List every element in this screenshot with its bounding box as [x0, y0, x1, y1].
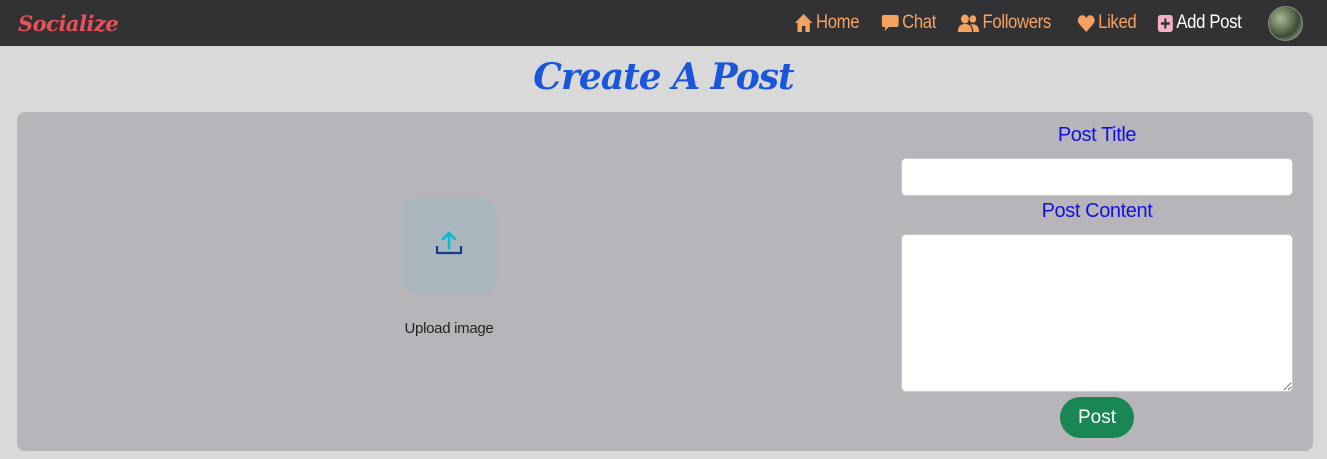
chat-icon [881, 13, 900, 33]
nav-chat-label: Chat [902, 12, 937, 33]
post-content-input[interactable] [901, 234, 1293, 392]
nav-liked[interactable]: Liked [1077, 12, 1136, 34]
plus-square-icon [1157, 14, 1174, 33]
page-title: Create A Post [533, 56, 794, 98]
users-icon [957, 13, 980, 33]
nav-liked-label: Liked [1097, 12, 1137, 33]
upload-image-label: Upload image [404, 320, 494, 337]
create-post-panel: Upload image Post Title Post Content Pos… [17, 112, 1313, 451]
brand-logo[interactable]: Socialize [18, 11, 119, 36]
home-icon [794, 13, 813, 33]
post-title-label: Post Title [1057, 124, 1137, 146]
nav-add-post-label: Add Post [1176, 12, 1242, 33]
post-content-label: Post Content [1041, 200, 1153, 222]
nav-followers[interactable]: Followers [957, 12, 1051, 34]
avatar[interactable] [1268, 5, 1303, 41]
nav-chat[interactable]: Chat [881, 12, 937, 34]
nav-links: Home Chat Followers Liked Add Post [794, 0, 1327, 46]
nav-home[interactable]: Home [794, 12, 860, 34]
upload-image-button[interactable] [401, 198, 497, 294]
heart-icon [1077, 14, 1095, 33]
nav-add-post[interactable]: Add Post [1157, 12, 1242, 34]
navbar: Socialize Home Chat Followers Liked Add … [0, 0, 1327, 46]
post-title-input[interactable] [901, 158, 1293, 196]
nav-home-label: Home [816, 12, 860, 33]
upload-icon [434, 229, 464, 264]
post-button[interactable]: Post [1060, 397, 1134, 438]
nav-followers-label: Followers [982, 12, 1051, 33]
